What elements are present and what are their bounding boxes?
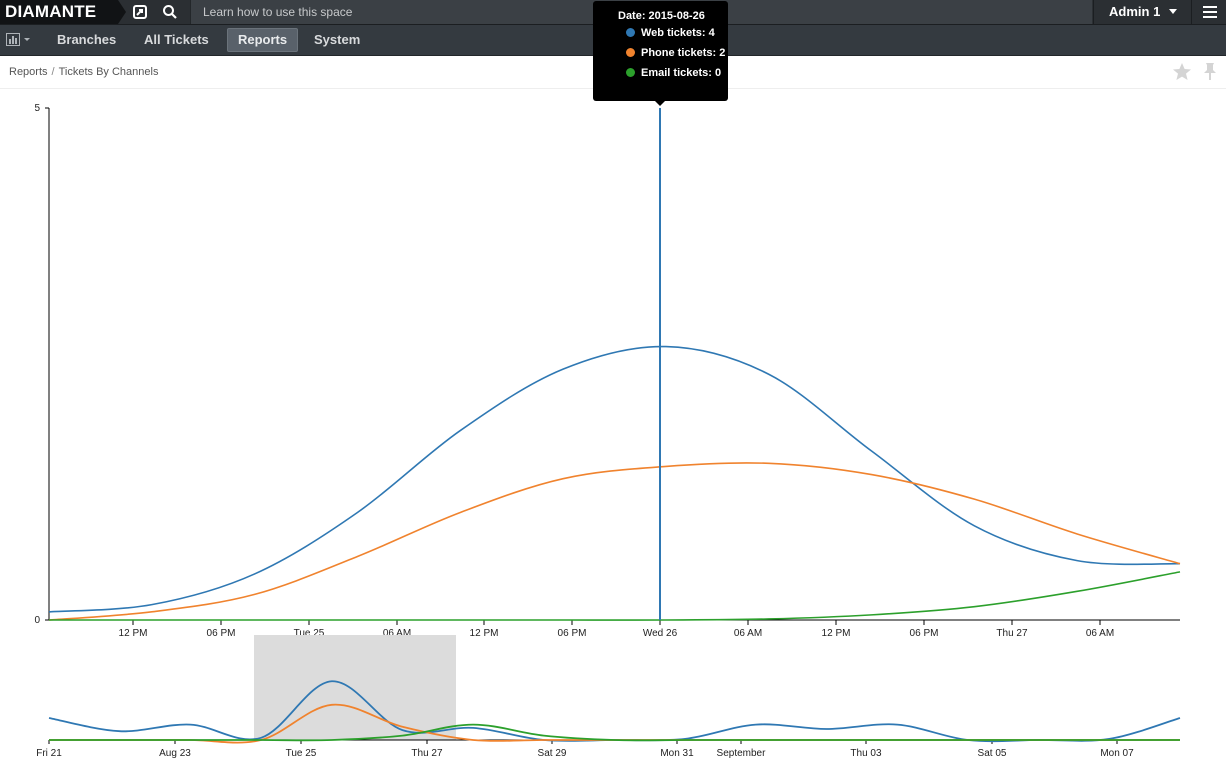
bar-chart-icon [6, 33, 30, 46]
x-tick-label: 12 PM [822, 628, 851, 639]
tickets-by-channels-chart[interactable]: 5 0 12 PM 06 PM Tue 25 06 AM 12 PM 06 PM Wed 26 0… [0, 89, 1226, 779]
tooltip-row-web: Web tickets: 4 [626, 26, 715, 40]
overview-series-line-web-tickets [48, 680, 1181, 743]
tab-reports[interactable]: Reports [227, 28, 299, 52]
tooltip-web-label: Web tickets: 4 [641, 27, 715, 39]
overview-x-tick-label: Tue 25 [286, 748, 317, 759]
overview-x-tick-label: September [717, 748, 767, 759]
overview-x-tick-label: Sat 29 [538, 748, 567, 759]
x-tick-label: Thu 27 [996, 628, 1028, 639]
user-name: Admin 1 [1109, 4, 1161, 19]
breadcrumb-current: Tickets By Channels [58, 66, 159, 78]
page-actions [1172, 62, 1220, 82]
series-line-email-tickets [49, 571, 1181, 621]
x-tick-label: 06 PM [558, 628, 587, 639]
x-tick-label: Wed 26 [643, 628, 678, 639]
tooltip-phone-label: Phone tickets: 2 [641, 47, 726, 59]
user-menu[interactable]: Admin 1 [1093, 0, 1192, 24]
search-icon[interactable] [162, 4, 178, 20]
overview-x-tick-label: Thu 27 [411, 748, 443, 759]
pin-icon[interactable] [1202, 62, 1218, 82]
share-icon[interactable] [132, 4, 148, 20]
x-tick-label: 06 AM [1086, 628, 1114, 639]
x-tick-label: 06 AM [734, 628, 762, 639]
tab-branches[interactable]: Branches [47, 28, 126, 52]
dashboard-menu[interactable] [6, 32, 34, 48]
tooltip-row-email: Email tickets: 0 [626, 66, 721, 80]
x-tick-label: 06 PM [910, 628, 939, 639]
tooltip-row-phone: Phone tickets: 2 [626, 46, 725, 60]
breadcrumb-reports[interactable]: Reports [9, 66, 48, 78]
tab-all-tickets[interactable]: All Tickets [134, 28, 219, 52]
brush-selection [254, 635, 456, 740]
phone-legend-dot [626, 48, 635, 57]
breadcrumb-separator: / [51, 66, 55, 78]
chart-tooltip: Date: 2015-08-26 Web tickets: 4 Phone ti… [593, 1, 728, 101]
email-legend-dot [626, 68, 635, 77]
main-menu-button[interactable] [1191, 0, 1226, 24]
overview-x-tick-label: Mon 31 [660, 748, 694, 759]
series-line-web-tickets [48, 345, 1181, 613]
overview-x-tick-label: Sat 05 [978, 748, 1007, 759]
tooltip-caret [655, 101, 665, 106]
overview-x-tick-label: Thu 03 [850, 748, 882, 759]
star-icon[interactable] [1172, 62, 1192, 82]
brand-logo[interactable]: DIAMANTE [0, 0, 118, 24]
overview-x-tick-label: Aug 23 [159, 748, 191, 759]
x-tick-label: 06 PM [207, 628, 236, 639]
hamburger-icon [1203, 6, 1217, 18]
y-tick-label: 0 [34, 615, 40, 626]
x-tick-label: 12 PM [119, 628, 148, 639]
brand-arrow-decoration [118, 0, 126, 24]
overview-x-tick-label: Mon 07 [1100, 748, 1134, 759]
web-legend-dot [626, 28, 635, 37]
tooltip-date: Date: 2015-08-26 [618, 10, 705, 22]
breadcrumb: Reports / Tickets By Channels [9, 66, 158, 78]
overview-x-tick-label: Fri 21 [36, 748, 62, 759]
x-tick-label: 12 PM [470, 628, 499, 639]
tooltip-email-label: Email tickets: 0 [641, 67, 722, 79]
tab-system[interactable]: System [304, 28, 370, 52]
chevron-down-icon [1168, 9, 1177, 14]
overview-series-line-phone-tickets [48, 703, 1180, 744]
y-tick-label: 5 [34, 103, 40, 114]
